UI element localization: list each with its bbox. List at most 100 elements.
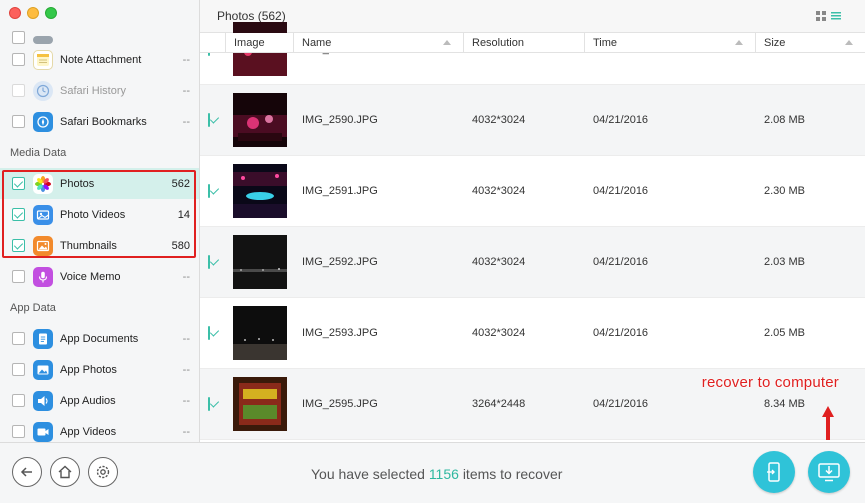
checkbox[interactable]: [12, 363, 25, 376]
header-name[interactable]: Name: [294, 33, 464, 53]
sidebar-item-thumbnails[interactable]: Thumbnails 580: [0, 230, 199, 261]
arrow-left-icon: [20, 467, 32, 477]
cell-time: 04/21/2016: [593, 114, 649, 126]
cell-name: IMG_2593.JPG: [302, 327, 378, 339]
cell-size: 2.05 MB: [764, 327, 805, 339]
cell-resolution: 4032*3024: [472, 114, 526, 126]
checkbox[interactable]: [12, 115, 25, 128]
sidebar-item-label: App Videos: [60, 425, 117, 438]
checkbox: [12, 84, 25, 97]
recover-to-device-icon: [767, 462, 780, 482]
checkbox[interactable]: [12, 270, 25, 283]
sidebar-item-safari-bookmarks[interactable]: Safari Bookmarks --: [0, 106, 199, 137]
photo-thumbnail: [233, 306, 287, 360]
checkbox[interactable]: [12, 208, 25, 221]
cell-resolution: 4032*3024: [472, 185, 526, 197]
header-time[interactable]: Time: [585, 33, 756, 53]
sidebar-item-count: 562: [171, 177, 190, 190]
sidebar-item-note-attachment[interactable]: Note Attachment --: [0, 44, 199, 75]
table-row[interactable]: IMG_2593.JPG 4032*3024 04/21/2016 2.05 M…: [200, 298, 865, 369]
sidebar-item-app-documents[interactable]: App Documents --: [0, 323, 199, 354]
table-row[interactable]: IMG_2591.JPG 4032*3024 04/21/2016 2.30 M…: [200, 156, 865, 227]
sidebar-item-count: --: [182, 394, 190, 407]
header-resolution[interactable]: Resolution: [464, 33, 585, 53]
recover-to-computer-button[interactable]: [808, 451, 850, 493]
section-header-app: App Data: [10, 301, 56, 314]
table-row[interactable]: IMG_2590.JPG 4032*3024 04/21/2016 2.08 M…: [200, 85, 865, 156]
sidebar-item-partial[interactable]: [0, 29, 199, 44]
sidebar-item-count: --: [182, 425, 190, 438]
photo-thumbnail: [233, 93, 287, 147]
row-checkbox[interactable]: [208, 326, 210, 340]
window-controls: [9, 7, 57, 19]
checkbox[interactable]: [12, 394, 25, 407]
settings-button[interactable]: [88, 457, 118, 487]
sidebar-item-count: 14: [177, 208, 190, 221]
header-label: Size: [764, 37, 786, 49]
close-window-button[interactable]: [9, 7, 21, 19]
checkbox[interactable]: [12, 239, 25, 252]
sidebar-item-label: App Documents: [60, 332, 139, 345]
sidebar: Note Attachment -- Safari History -- Saf…: [0, 0, 200, 442]
app-photos-icon: [33, 359, 53, 380]
app-videos-icon: [33, 421, 53, 442]
cell-size: 2.03 MB: [764, 256, 805, 268]
checkbox[interactable]: [12, 31, 25, 44]
table-header: Image Name Resolution Time Size: [200, 33, 865, 53]
sidebar-item-voice-memo[interactable]: Voice Memo --: [0, 261, 199, 292]
sidebar-item-count: --: [182, 115, 190, 128]
row-checkbox[interactable]: [208, 184, 210, 198]
footer-bar: You have selected 1156 items to recover: [0, 442, 865, 503]
sidebar-item-app-videos[interactable]: App Videos --: [0, 416, 199, 442]
sort-arrow-icon: [443, 40, 451, 45]
sidebar-item-app-audios[interactable]: App Audios --: [0, 385, 199, 416]
row-checkbox-cell: [200, 397, 226, 411]
photo-videos-icon: [33, 204, 53, 225]
recover-to-device-button[interactable]: [753, 451, 795, 493]
sidebar-item-count: --: [182, 363, 190, 376]
sidebar-item-label: Voice Memo: [60, 270, 121, 283]
zoom-window-button[interactable]: [45, 7, 57, 19]
safari-bookmarks-icon: [33, 111, 53, 132]
thumbnail-cell: [226, 235, 294, 289]
header-label: Name: [302, 37, 332, 49]
checkbox[interactable]: [12, 177, 25, 190]
row-checkbox-cell: [200, 113, 226, 127]
sidebar-item-photo-videos[interactable]: Photo Videos 14: [0, 199, 199, 230]
sidebar-item-count: --: [182, 84, 190, 97]
home-icon: [58, 465, 72, 479]
photo-thumbnail: [233, 377, 287, 431]
sidebar-item-count: --: [182, 270, 190, 283]
row-checkbox[interactable]: [208, 255, 210, 269]
row-checkbox-cell: [200, 255, 226, 269]
thumbnail-cell: [226, 164, 294, 218]
sidebar-item-label: Safari Bookmarks: [60, 115, 147, 128]
cell-time: 04/21/2016: [593, 185, 649, 197]
cell-time: 04/21/2016: [593, 256, 649, 268]
row-checkbox[interactable]: [208, 397, 210, 411]
app-audios-icon: [33, 390, 53, 411]
category-list: Note Attachment -- Safari History -- Saf…: [0, 29, 199, 442]
note-attachment-icon: [33, 49, 53, 70]
header-size[interactable]: Size: [756, 33, 865, 53]
header-image[interactable]: Image: [226, 33, 294, 53]
sidebar-item-app-photos[interactable]: App Photos --: [0, 354, 199, 385]
table-row[interactable]: IMG_2592.JPG 4032*3024 04/21/2016 2.03 M…: [200, 227, 865, 298]
home-button[interactable]: [50, 457, 80, 487]
sidebar-item-photos[interactable]: Photos 562: [0, 168, 199, 199]
checkbox[interactable]: [12, 53, 25, 66]
checkbox[interactable]: [12, 332, 25, 345]
sort-arrow-icon: [845, 40, 853, 45]
sidebar-item-label: Safari History: [60, 84, 127, 97]
sidebar-item-label: App Photos: [60, 363, 117, 376]
cell-resolution: 3264*2448: [472, 398, 526, 410]
minimize-window-button[interactable]: [27, 7, 39, 19]
back-button[interactable]: [12, 457, 42, 487]
cell-resolution: 4032*3024: [472, 256, 526, 268]
header-checkbox-col: [200, 33, 226, 53]
thumbnail-cell: [226, 93, 294, 147]
selection-status: You have selected 1156 items to recover: [311, 466, 562, 482]
row-checkbox[interactable]: [208, 113, 210, 127]
cell-time: 04/21/2016: [593, 398, 649, 410]
checkbox[interactable]: [12, 425, 25, 438]
